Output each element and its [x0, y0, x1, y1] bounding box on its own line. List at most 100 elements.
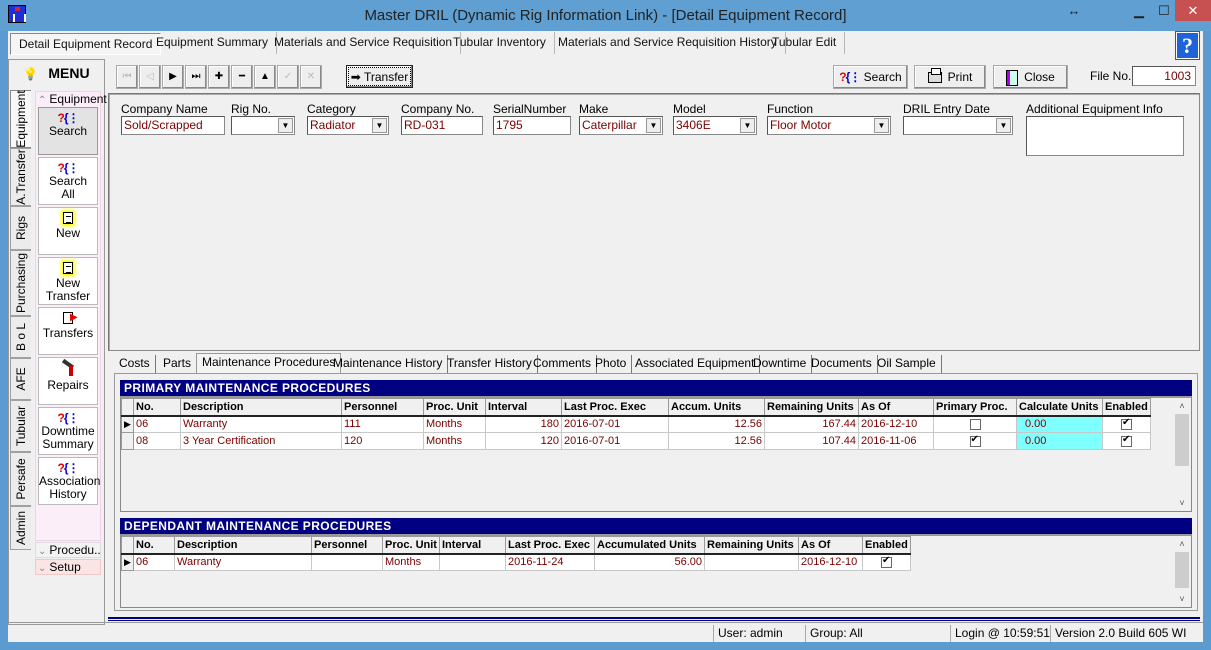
cell-interval[interactable]: 180	[485, 415, 562, 433]
col-personnel[interactable]: Personnel	[341, 398, 424, 417]
cell-accum-units[interactable]: 12.56	[668, 432, 765, 450]
transfer-button[interactable]: ➡ Transfer	[346, 65, 413, 88]
col-remaining-units[interactable]: Remaining Units	[764, 398, 859, 417]
cell-no[interactable]: 06	[133, 553, 175, 571]
cell-personnel[interactable]: 111	[341, 415, 424, 433]
panel-splitter[interactable]	[108, 617, 1200, 621]
cell-last-proc-exec[interactable]: 2016-07-01	[561, 432, 669, 450]
col-last-proc-exec[interactable]: Last Proc. Exec	[561, 398, 669, 417]
dropdown-arrow-icon[interactable]: ▼	[372, 118, 387, 133]
menu-item-new[interactable]: New	[38, 207, 98, 255]
rig-no-select[interactable]: ▼	[231, 116, 295, 135]
cell-primary-proc[interactable]	[933, 432, 1017, 450]
dropdown-arrow-icon[interactable]: ▼	[996, 118, 1011, 133]
post-record-button[interactable]: ✓	[277, 65, 299, 89]
cell-interval[interactable]: 120	[485, 432, 562, 450]
tab-tubular-edit[interactable]: Tubular Edit	[764, 32, 846, 54]
col-last-proc-exec[interactable]: Last Proc. Exec	[505, 536, 595, 555]
tab-comments[interactable]: Comments	[528, 355, 598, 374]
edit-record-button[interactable]: ▲	[254, 65, 276, 89]
equipment-group-header[interactable]: ⌃ Equipment	[38, 92, 107, 106]
table-row[interactable]: ▶ 06 Warranty 111 Months 180 2016-07-01 …	[121, 415, 1151, 433]
cell-remaining-units[interactable]: 107.44	[764, 432, 859, 450]
col-accumulated-units[interactable]: Accumulated Units	[594, 536, 705, 555]
tab-equipment-summary[interactable]: Equipment Summary	[148, 32, 278, 54]
cell-proc-unit[interactable]: Months	[423, 432, 486, 450]
enabled-checkbox[interactable]	[1121, 434, 1132, 447]
close-button[interactable]: Close	[993, 65, 1068, 89]
primary-proc-checkbox[interactable]	[969, 418, 981, 430]
additional-info-textarea[interactable]	[1026, 116, 1184, 156]
last-record-button[interactable]: ⏭	[185, 65, 207, 89]
cell-description[interactable]: Warranty	[174, 553, 312, 571]
col-no[interactable]: No.	[133, 398, 181, 417]
vtab-afe[interactable]: AFE	[10, 358, 31, 400]
menu-group-setup[interactable]: ⌄ Setup	[35, 559, 101, 575]
tab-tubular-inventory[interactable]: Tubular Inventory	[445, 32, 555, 54]
cell-as-of[interactable]: 2016-12-10	[798, 553, 863, 571]
vtab-purchasing[interactable]: Purchasing	[10, 250, 31, 316]
table-row[interactable]: 08 3 Year Certification 120 Months 120 2…	[121, 432, 1151, 450]
prev-record-button[interactable]: ◁	[139, 65, 161, 89]
make-select[interactable]: Caterpillar ▼	[579, 116, 663, 135]
col-interval[interactable]: Interval	[485, 398, 562, 417]
cell-description[interactable]: 3 Year Certification	[180, 432, 342, 450]
tab-materials-service-requisition[interactable]: Materials and Service Requisition	[266, 32, 462, 54]
cell-remaining-units[interactable]	[704, 553, 799, 571]
col-no[interactable]: No.	[133, 536, 175, 555]
close-window-button[interactable]: ✕	[1175, 0, 1211, 21]
enabled-checkbox[interactable]	[1121, 417, 1132, 430]
print-button[interactable]: Print	[914, 65, 986, 89]
scroll-thumb[interactable]	[1175, 552, 1189, 588]
cell-no[interactable]: 08	[133, 432, 181, 450]
cell-accumulated-units[interactable]: 56.00	[594, 553, 705, 571]
scroll-up-icon[interactable]: ˄	[1174, 536, 1190, 552]
tab-photo[interactable]: Photo	[590, 355, 633, 374]
menu-group-procedures[interactable]: ⌄ Procedu...	[35, 542, 101, 558]
vtab-admin[interactable]: Admin	[10, 506, 31, 550]
col-as-of[interactable]: As Of	[798, 536, 863, 555]
tab-transfer-history[interactable]: Transfer History	[442, 355, 538, 374]
scroll-thumb[interactable]	[1175, 414, 1189, 466]
tab-materials-service-requisition-history[interactable]: Materials and Service Requisition Histor…	[550, 32, 786, 54]
vtab-rigs[interactable]: Rigs	[10, 206, 31, 250]
tab-costs[interactable]: Costs	[114, 355, 156, 374]
vtab-bol[interactable]: B o L	[10, 316, 31, 358]
col-enabled[interactable]: Enabled	[1102, 398, 1151, 417]
tab-downtime[interactable]: Downtime	[748, 355, 813, 374]
search-button[interactable]: ?{⋮ Search	[833, 65, 908, 89]
col-description[interactable]: Description	[174, 536, 312, 555]
next-record-button[interactable]: ▶	[162, 65, 184, 89]
company-no-input[interactable]: RD-031	[401, 116, 483, 135]
cell-no[interactable]: 06	[133, 415, 181, 433]
dropdown-arrow-icon[interactable]: ▼	[740, 118, 755, 133]
menu-item-repairs[interactable]: Repairs	[38, 357, 98, 405]
company-name-input[interactable]: Sold/Scrapped	[121, 116, 225, 135]
cell-calculate-units[interactable]: 0.00	[1016, 432, 1103, 450]
maximize-button[interactable]: ☐	[1150, 0, 1178, 21]
cell-calculate-units[interactable]: 0.00	[1016, 415, 1103, 433]
model-select[interactable]: 3406E ▼	[673, 116, 757, 135]
col-enabled[interactable]: Enabled	[862, 536, 911, 555]
cell-accum-units[interactable]: 12.56	[668, 415, 765, 433]
col-remaining-units[interactable]: Remaining Units	[704, 536, 799, 555]
cell-interval[interactable]	[439, 553, 506, 571]
cell-enabled[interactable]	[1102, 415, 1151, 433]
add-record-button[interactable]: ✚	[208, 65, 230, 89]
cell-as-of[interactable]: 2016-12-10	[858, 415, 934, 433]
enabled-checkbox[interactable]	[881, 555, 892, 568]
cell-description[interactable]: Warranty	[180, 415, 342, 433]
tab-maintenance-history[interactable]: Maintenance History	[328, 355, 449, 374]
col-accum-units[interactable]: Accum. Units	[668, 398, 765, 417]
primary-grid-scrollbar[interactable]: ˄ ˅	[1174, 398, 1190, 511]
dependant-grid-scrollbar[interactable]: ˄ ˅	[1174, 536, 1190, 607]
cell-last-proc-exec[interactable]: 2016-07-01	[561, 415, 669, 433]
cell-as-of[interactable]: 2016-11-06	[858, 432, 934, 450]
menu-item-search[interactable]: ?{⋮ Search	[38, 107, 98, 155]
help-button[interactable]: ?	[1175, 31, 1200, 60]
delete-record-button[interactable]: ━	[231, 65, 253, 89]
cell-personnel[interactable]	[311, 553, 383, 571]
row-selector[interactable]	[121, 432, 134, 450]
cell-last-proc-exec[interactable]: 2016-11-24	[505, 553, 595, 571]
cancel-record-button[interactable]: ✕	[300, 65, 322, 89]
